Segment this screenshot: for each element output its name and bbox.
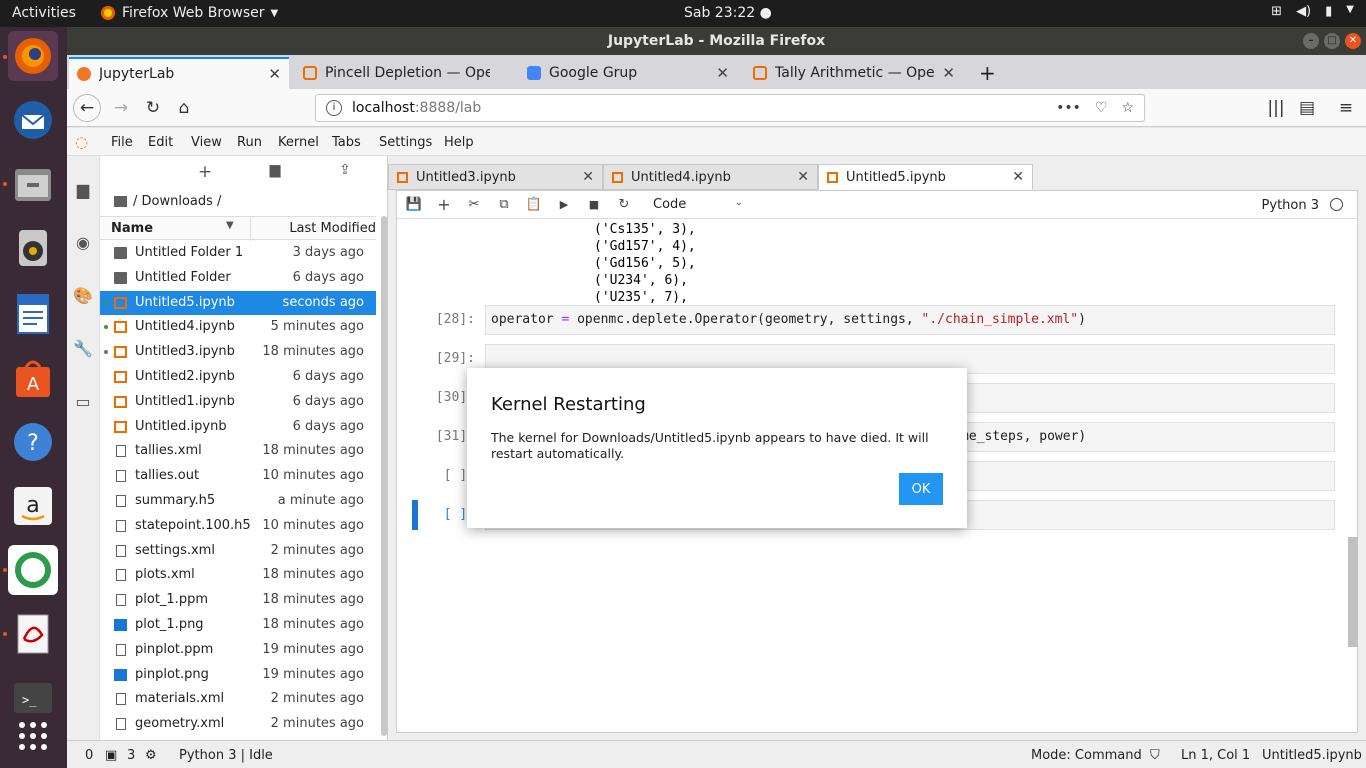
volume-icon[interactable]: ◀)	[1296, 4, 1311, 19]
writer-icon	[17, 294, 49, 334]
writer-launcher[interactable]	[8, 289, 58, 339]
firefox-launcher[interactable]	[8, 31, 58, 81]
svg-text:>_: >_	[22, 693, 37, 707]
network-icon[interactable]: ⊞	[1271, 4, 1282, 19]
system-tray[interactable]: ⊞ ◀) ▮ ▼	[1271, 4, 1354, 19]
ring-app-launcher[interactable]	[8, 545, 58, 595]
thunderbird-launcher[interactable]	[8, 95, 58, 145]
svg-text:A: A	[27, 374, 40, 395]
software-launcher[interactable]: A	[8, 353, 58, 403]
firefox-window: JupyterLab - Mozilla Firefox – □ ✕ Jupyt…	[67, 27, 1366, 768]
app-ring-icon	[15, 552, 51, 588]
kernel-restarting-dialog: Kernel Restarting The kernel for Downloa…	[467, 368, 967, 528]
show-apps-button[interactable]	[8, 711, 58, 761]
rhythmbox-icon	[19, 230, 47, 266]
files-launcher[interactable]	[8, 159, 58, 209]
firefox-icon	[15, 38, 51, 74]
app-menu-label: Firefox Web Browser	[122, 5, 265, 21]
show-apps-icon	[19, 722, 47, 750]
help-launcher[interactable]: ?	[8, 417, 58, 467]
system-top-bar: Activities Firefox Web Browser ▼ Sab 23:…	[0, 0, 1366, 27]
launcher-dock: A ? a >_	[0, 27, 67, 768]
amazon-icon: a	[14, 487, 52, 525]
modal-overlay: Kernel Restarting The kernel for Downloa…	[67, 27, 1366, 768]
svg-text:a: a	[26, 493, 39, 518]
svg-text:?: ?	[27, 431, 39, 456]
document-viewer-icon	[17, 614, 49, 654]
app-menu[interactable]: Firefox Web Browser ▼	[100, 5, 278, 21]
rhythmbox-launcher[interactable]	[8, 223, 58, 273]
files-icon	[15, 169, 51, 201]
dialog-title: Kernel Restarting	[491, 394, 646, 415]
chevron-down-icon: ▼	[270, 7, 279, 19]
clock-text: Sab 23:22	[684, 5, 756, 21]
software-center-icon: A	[16, 360, 50, 397]
help-icon: ?	[14, 423, 52, 461]
firefox-small-icon	[101, 6, 115, 20]
notification-dot-icon: ●	[759, 5, 772, 21]
dialog-message: The kernel for Downloads/Untitled5.ipynb…	[491, 430, 929, 461]
chevron-down-icon[interactable]: ▼	[1346, 4, 1354, 19]
battery-icon[interactable]: ▮	[1325, 4, 1332, 19]
thunderbird-icon	[14, 101, 52, 139]
document-viewer-launcher[interactable]	[8, 609, 58, 659]
clock[interactable]: Sab 23:22 ●	[684, 5, 772, 21]
activities-button[interactable]: Activities	[12, 5, 76, 21]
ok-button[interactable]: OK	[899, 473, 943, 505]
amazon-launcher[interactable]: a	[8, 481, 58, 531]
